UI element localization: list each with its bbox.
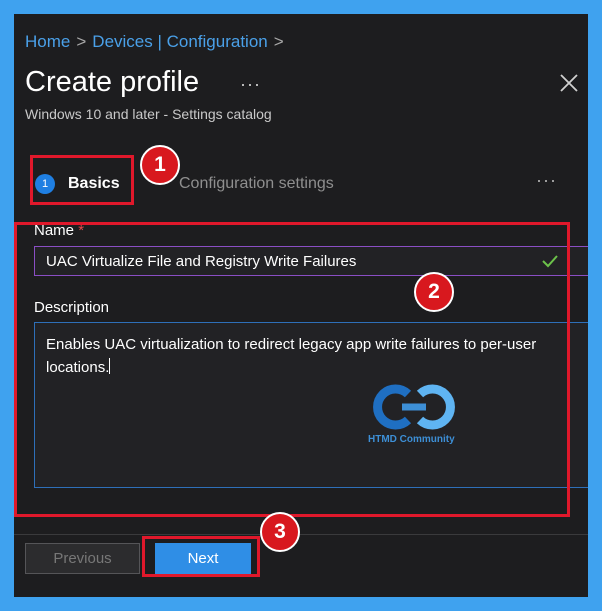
breadcrumb-separator: > <box>273 32 284 51</box>
annotation-box-form <box>14 222 570 517</box>
tab-configuration-settings[interactable]: Configuration settings <box>179 175 334 193</box>
previous-button[interactable]: Previous <box>25 543 140 574</box>
tabs-more-button[interactable]: ··· <box>536 170 557 191</box>
annotation-marker-1: 1 <box>140 145 180 185</box>
page-title: Create profile <box>25 66 200 98</box>
breadcrumb-devices-configuration[interactable]: Devices | Configuration <box>92 32 267 51</box>
breadcrumb: Home > Devices | Configuration > <box>25 32 290 52</box>
footer-divider <box>14 534 588 535</box>
breadcrumb-home[interactable]: Home <box>25 32 70 51</box>
breadcrumb-separator: > <box>76 32 87 51</box>
annotation-box-basics <box>30 155 134 205</box>
annotation-marker-3: 3 <box>260 512 300 552</box>
page-subtitle: Windows 10 and later - Settings catalog <box>25 106 272 122</box>
annotation-marker-2: 2 <box>414 272 454 312</box>
annotation-box-next <box>142 536 260 577</box>
title-more-button[interactable]: ··· <box>240 74 261 95</box>
close-icon[interactable] <box>558 72 580 94</box>
